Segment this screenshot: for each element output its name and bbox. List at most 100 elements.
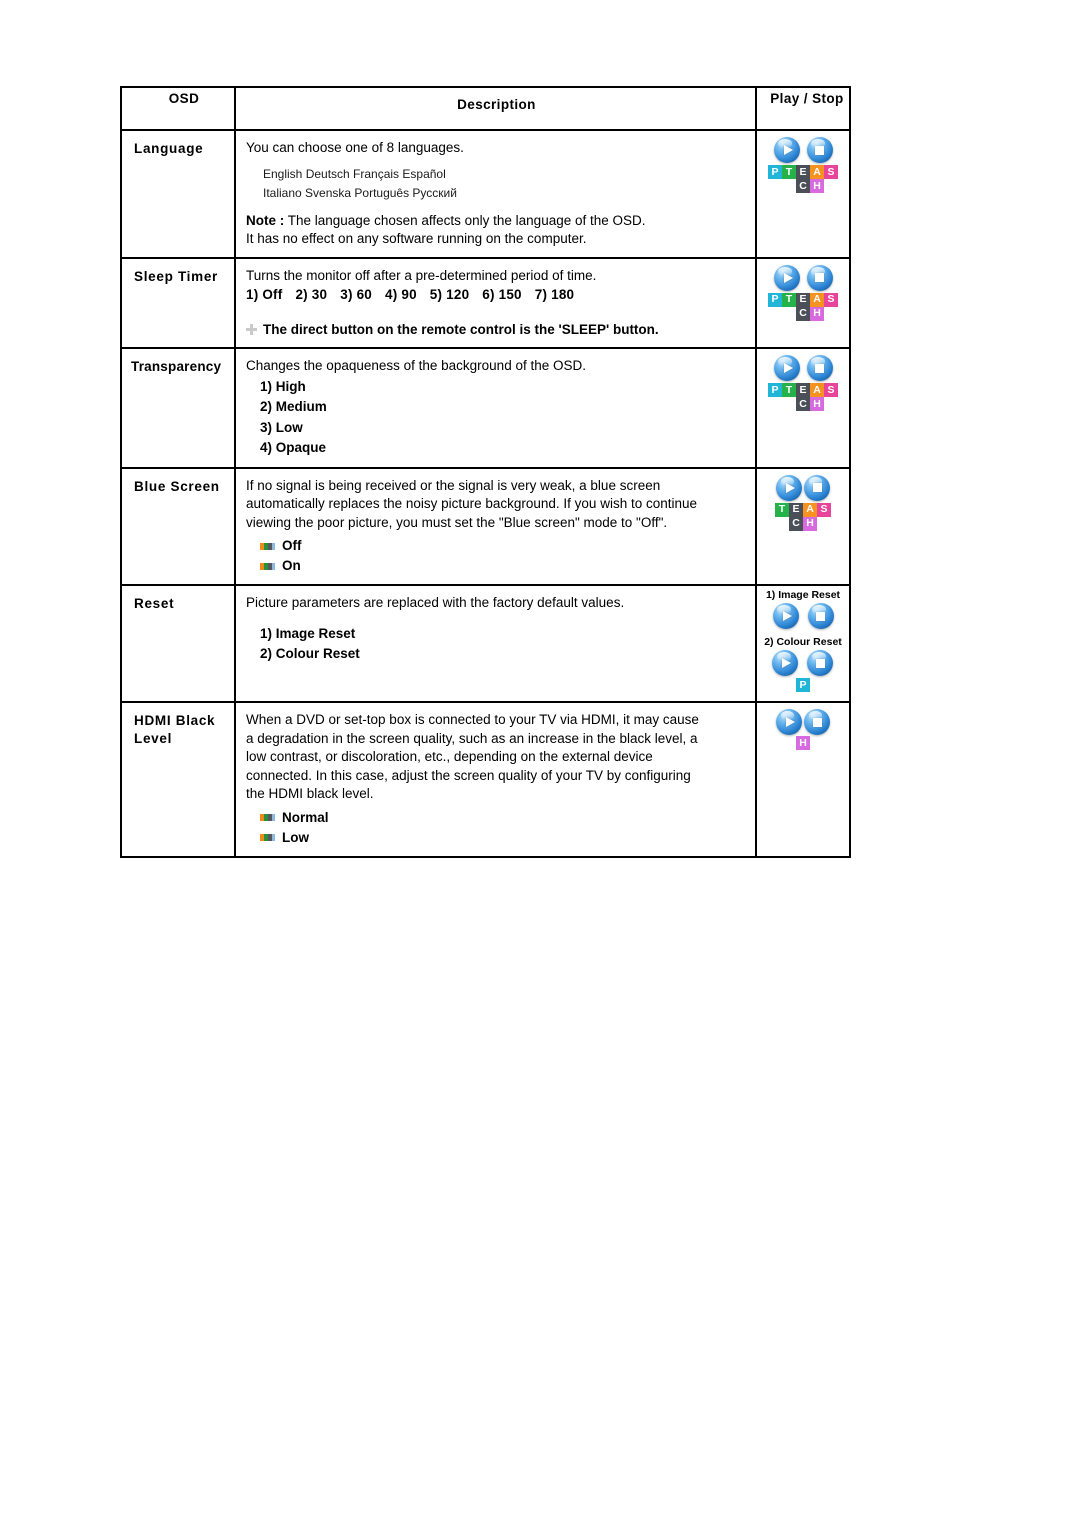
osd-label-language: Language — [120, 129, 236, 259]
tile-s: S — [817, 502, 831, 517]
blue-screen-option-on: On — [260, 556, 747, 576]
reset-colour-group: 2) Colour Reset P — [764, 636, 842, 692]
description-lead-line-3: low contrast, or discoloration, etc., de… — [246, 749, 653, 764]
osd-label-sleep-timer: Sleep Timer — [120, 256, 236, 349]
tile-c: C — [796, 179, 810, 193]
language-list-line-2: Italiano Svenska Português Русский — [263, 185, 457, 200]
note-text-second-line: It has no effect on any software running… — [246, 231, 587, 246]
language-list-line-1: English Deutsch Français Español — [263, 166, 446, 181]
sleep-option-4: 4) 90 — [385, 287, 417, 302]
playstop-cell-reset: 1) Image Reset 2) Colour Reset P — [755, 584, 851, 703]
stop-button-icon[interactable] — [804, 474, 830, 501]
blue-screen-option-off: Off — [260, 536, 747, 556]
note-label: Note : — [246, 212, 285, 228]
tile-h: H — [810, 306, 824, 321]
tile-c: C — [789, 516, 803, 531]
tile-h: H — [803, 516, 817, 531]
table-row: Blue Screen If no signal is being receiv… — [120, 466, 851, 586]
tile-s: S — [824, 165, 838, 179]
play-button-icon[interactable] — [773, 355, 800, 381]
play-button-icon[interactable] — [776, 474, 802, 501]
play-button-icon[interactable] — [773, 264, 800, 291]
sleep-timer-tip: The direct button on the remote control … — [246, 321, 747, 340]
tile-p: P — [795, 678, 810, 692]
play-button-icon[interactable] — [772, 650, 799, 676]
stop-button-icon[interactable] — [806, 264, 833, 291]
osd-label-line-1: HDMI Black — [134, 713, 216, 728]
osd-label-line-2: Level — [134, 731, 173, 746]
transparency-options: 1) High 2) Medium 3) Low 4) Opaque — [260, 377, 747, 459]
playstop-cell-hdmi-black-level: H — [755, 701, 851, 858]
tile-e: E — [796, 383, 810, 397]
description-lead: Changes the opaqueness of the background… — [246, 358, 586, 373]
tile-e: E — [789, 502, 803, 517]
document-page: OSD Description Play / Stop Language You… — [0, 0, 1080, 1528]
letter-tiles: T E A S C H — [775, 502, 831, 531]
tile-t: T — [782, 292, 796, 307]
transparency-option-2: 2) Medium — [260, 399, 327, 414]
stop-button-icon[interactable] — [804, 709, 830, 735]
reset-options: 1) Image Reset 2) Colour Reset — [260, 624, 747, 665]
description-lead: You can choose one of 8 languages. — [246, 140, 464, 155]
description-transparency: Changes the opaqueness of the background… — [234, 347, 757, 469]
letter-tiles: P T E A S C H — [768, 383, 838, 411]
tile-t: T — [782, 165, 796, 179]
table-row: Sleep Timer Turns the monitor off after … — [120, 256, 851, 349]
tile-c: C — [796, 306, 810, 321]
button-pair — [764, 650, 842, 676]
reset-option-1: 1) Image Reset — [260, 625, 356, 641]
option-label: Normal — [282, 809, 329, 825]
reset-image-group: 1) Image Reset — [766, 589, 840, 629]
tile-p: P — [768, 383, 782, 397]
hdmi-option-low: Low — [260, 828, 747, 848]
stop-button-icon[interactable] — [807, 650, 834, 676]
tile-h: H — [796, 736, 810, 750]
button-pair — [773, 137, 833, 163]
description-lead-line-3: viewing the poor picture, you must set t… — [246, 514, 668, 530]
playstop-cell-transparency: P T E A S C H — [755, 347, 851, 469]
tile-spacer — [782, 397, 796, 411]
transparency-option-4: 4) Opaque — [260, 440, 327, 455]
option-label: Low — [282, 829, 309, 845]
play-button-icon[interactable] — [776, 709, 802, 735]
table-row: Language You can choose one of 8 languag… — [120, 129, 851, 259]
transparency-option-1: 1) High — [260, 378, 306, 394]
playstop-cell-blue-screen: T E A S C H — [755, 466, 851, 586]
description-lead-line-2: automatically replaces the noisy picture… — [246, 496, 697, 511]
description-hdmi-black-level: When a DVD or set-top box is connected t… — [234, 701, 757, 858]
button-pair — [773, 355, 833, 381]
column-header-play-stop: Play / Stop — [755, 86, 851, 131]
description-lead-line-2: a degradation in the screen quality, suc… — [246, 730, 698, 746]
option-label: Off — [282, 538, 302, 553]
tile-h: H — [810, 397, 824, 411]
stop-button-icon[interactable] — [806, 355, 833, 381]
tile-h: H — [810, 179, 824, 193]
tile-a: A — [803, 502, 817, 517]
playstop-cell-sleep-timer: P T E A S C H — [755, 256, 851, 349]
tile-e: E — [796, 292, 810, 307]
stop-button-icon[interactable] — [806, 137, 833, 163]
tile-s: S — [824, 292, 838, 307]
play-button-icon[interactable] — [772, 603, 799, 629]
description-language: You can choose one of 8 languages. Engli… — [234, 129, 757, 259]
description-lead: Turns the monitor off after a pre-determ… — [246, 267, 597, 283]
hdmi-option-normal: Normal — [260, 808, 747, 828]
plus-icon — [246, 324, 257, 336]
sleep-timer-options: 1) Off 2) 30 3) 60 4) 90 5) 120 6) 150 7) 180 — [246, 286, 747, 305]
reset-image-label: 1) Image Reset — [765, 589, 841, 601]
sleep-option-7: 7) 180 — [534, 287, 575, 302]
tile-spacer — [782, 179, 796, 193]
button-pair — [773, 264, 833, 291]
table-header-row: OSD Description Play / Stop — [120, 86, 851, 131]
osd-label-reset: Reset — [120, 584, 236, 703]
letter-tiles: H — [796, 736, 810, 750]
stop-button-icon[interactable] — [807, 603, 834, 629]
description-lead-line-5: the HDMI black level. — [246, 786, 374, 801]
play-button-icon[interactable] — [773, 137, 800, 163]
sleep-option-5: 5) 120 — [429, 287, 470, 302]
letter-tiles: P — [764, 678, 842, 692]
table-row: Transparency Changes the opaqueness of t… — [120, 347, 851, 469]
option-bullet-icon — [260, 834, 275, 841]
option-bullet-icon — [260, 562, 275, 570]
letter-tiles: P T E A S C H — [768, 292, 838, 321]
